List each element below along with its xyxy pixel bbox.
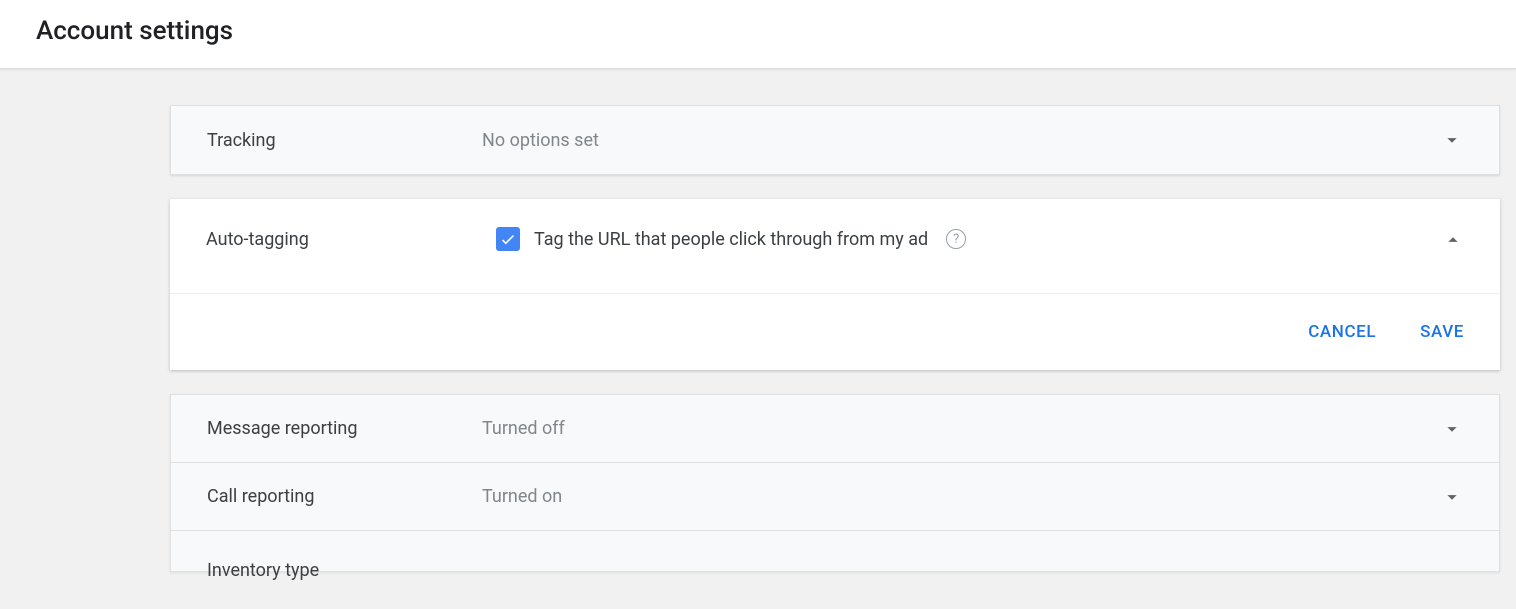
message-reporting-value: Turned off: [482, 418, 1441, 439]
auto-tagging-card: Auto-tagging Tag the URL that people cli…: [170, 199, 1500, 370]
help-icon[interactable]: ?: [946, 229, 966, 249]
save-button[interactable]: SAVE: [1420, 322, 1464, 342]
auto-tagging-body: Auto-tagging Tag the URL that people cli…: [170, 199, 1500, 293]
auto-tagging-checkbox-label: Tag the URL that people click through fr…: [534, 229, 928, 250]
chevron-down-icon: [1441, 418, 1463, 440]
auto-tagging-actions: CANCEL SAVE: [170, 293, 1500, 370]
page-header: Account settings: [0, 0, 1516, 69]
cancel-button[interactable]: CANCEL: [1308, 322, 1376, 342]
inventory-type-row[interactable]: Inventory type: [171, 531, 1499, 571]
call-reporting-label: Call reporting: [207, 486, 482, 507]
settings-list: Message reporting Turned off Call report…: [170, 394, 1500, 572]
auto-tagging-option-row: Tag the URL that people click through fr…: [496, 227, 1442, 251]
chevron-down-icon: [1441, 486, 1463, 508]
message-reporting-label: Message reporting: [207, 418, 482, 439]
message-reporting-row[interactable]: Message reporting Turned off: [171, 395, 1499, 463]
chevron-down-icon: [1441, 129, 1463, 151]
content-area: Tracking No options set Auto-tagging Tag…: [0, 69, 1516, 572]
auto-tagging-checkbox[interactable]: [496, 227, 520, 251]
call-reporting-value: Turned on: [482, 486, 1441, 507]
check-icon: [499, 230, 517, 248]
call-reporting-row[interactable]: Call reporting Turned on: [171, 463, 1499, 531]
tracking-label: Tracking: [207, 130, 482, 151]
page-title: Account settings: [36, 16, 1480, 46]
auto-tagging-label: Auto-tagging: [206, 227, 496, 251]
chevron-up-icon[interactable]: [1442, 227, 1464, 251]
tracking-value: No options set: [482, 130, 1441, 151]
tracking-card[interactable]: Tracking No options set: [170, 105, 1500, 175]
inventory-type-label: Inventory type: [207, 560, 482, 581]
